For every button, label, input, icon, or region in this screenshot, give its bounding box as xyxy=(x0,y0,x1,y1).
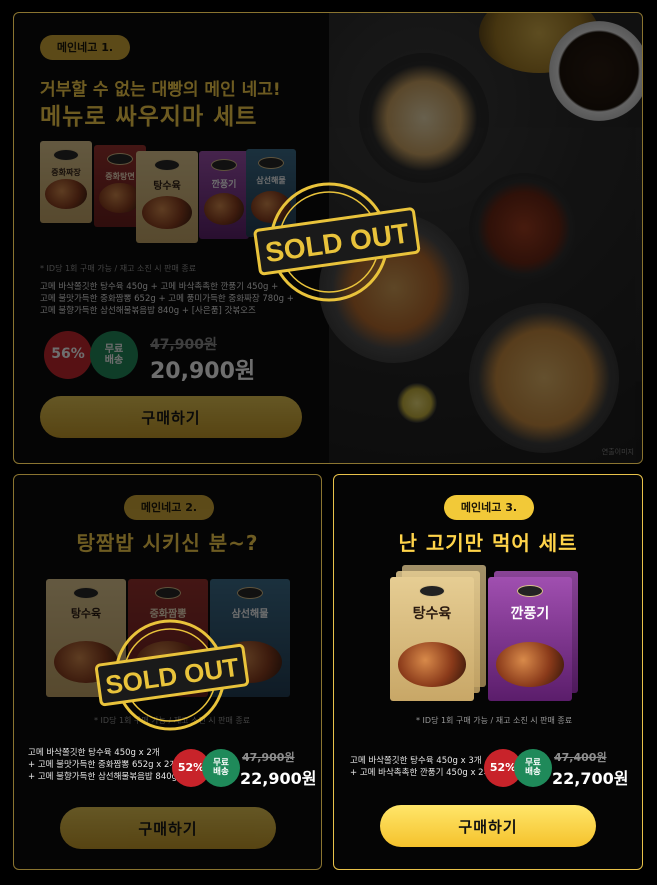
set3-purchase-note: * ID당 1회 구매 가능 / 재고 소진 시 판매 종료 xyxy=(416,716,573,725)
set1-product-kkanpunggi: 깐풍기 xyxy=(199,151,249,239)
brand-logo-icon xyxy=(258,157,284,169)
set1-headline-line2: 메뉴로 싸우지마 세트 xyxy=(40,104,258,130)
set3-headline: 난 고기만 먹어 세트 xyxy=(398,531,578,555)
set3-product-tangsuyuk: 탕수육 xyxy=(390,577,474,701)
set1-discount-badge: 56% xyxy=(44,331,92,379)
set3-description: 고메 바삭쫄깃한 탕수육 450g x 3개 + 고메 바삭촉촉한 깐풍기 45… xyxy=(350,755,491,779)
shipping-text: 무료 배송 xyxy=(213,757,229,777)
plate-pickle xyxy=(397,383,437,423)
product-label: 탕수육 xyxy=(153,181,181,192)
product-label: 깐풍기 xyxy=(510,606,550,622)
set1-card: 메인네고 1. 거부할 수 없는 대빵의 메인 네고! 메뉴로 싸우지마 세트 … xyxy=(13,12,643,464)
set1-product-jjajang: 중화짜장 xyxy=(40,141,92,223)
set3-tag: 메인네고 3. xyxy=(444,495,534,520)
brand-logo-icon xyxy=(517,585,543,597)
set1-free-shipping-badge: 무료 배송 xyxy=(90,331,138,379)
set2-sold-out-stamp: SOLD OUT xyxy=(94,619,250,731)
brand-logo-icon xyxy=(154,159,180,171)
set1-sale-price: 20,900원 xyxy=(150,359,256,384)
desc-line: + 고메 불맛가득한 중화짬뽕 652g x 2개 xyxy=(28,760,178,770)
brand-logo-icon xyxy=(237,587,263,599)
set1-buy-button[interactable]: 구매하기 xyxy=(40,396,302,438)
brand-logo-icon xyxy=(155,587,181,599)
set2-free-shipping-badge: 무료 배송 xyxy=(202,749,240,787)
set3-card: 메인네고 3. 난 고기만 먹어 세트 탕수육 깐풍기 * ID당 1회 구매 … xyxy=(333,474,643,870)
set1-image-caption: 연출이미지 xyxy=(601,448,634,456)
product-label: 탕수육 xyxy=(412,606,452,622)
plate-fried-rice xyxy=(469,303,619,453)
brand-logo-icon xyxy=(53,149,79,161)
plate-jjajang xyxy=(549,21,642,121)
dish-image xyxy=(398,642,466,687)
set2-tag: 메인네고 2. xyxy=(124,495,214,520)
product-label: 중화짜장 xyxy=(51,168,81,177)
set1-purchase-note: * ID당 1회 구매 가능 / 재고 소진 시 판매 종료 xyxy=(40,264,197,273)
set1-tag: 메인네고 1. xyxy=(40,35,130,60)
brand-logo-icon xyxy=(419,585,445,597)
desc-line: + 고메 불향가득한 삼선해물볶음밥 840g xyxy=(28,772,178,782)
set2-headline: 탕짬밥 시키신 분~? xyxy=(76,531,259,555)
set1-original-price: 47,900원 xyxy=(150,337,217,353)
set2-description: 고메 바삭쫄깃한 탕수육 450g x 2개 + 고메 불맛가득한 중화짬뽕 6… xyxy=(28,747,177,783)
dish-image xyxy=(99,183,141,213)
dish-image xyxy=(204,193,244,225)
set1-product-tangsuyuk: 탕수육 xyxy=(136,151,198,243)
set2-card: 메인네고 2. 탕짬밥 시키신 분~? 탕수육 중화짬뽕 삼선해물 * ID당 … xyxy=(13,474,322,870)
dish-image xyxy=(142,195,192,229)
shipping-text: 무료 배송 xyxy=(525,757,541,777)
dish-image xyxy=(45,179,87,209)
set2-sale-price: 22,900원 xyxy=(240,769,317,788)
set3-sale-price: 22,700원 xyxy=(552,769,629,788)
set2-original-price: 47,900원 xyxy=(242,751,295,764)
shipping-text: 무료 배송 xyxy=(104,344,124,366)
brand-logo-icon xyxy=(73,587,99,599)
set2-buy-button[interactable]: 구매하기 xyxy=(60,807,276,849)
product-label: 깐풍기 xyxy=(211,180,237,190)
desc-line: 고메 바삭쫄깃한 탕수육 450g x 2개 xyxy=(28,748,160,758)
set1-sold-out-stamp: SOLD OUT xyxy=(253,182,421,302)
set3-buy-button[interactable]: 구매하기 xyxy=(380,805,596,847)
brand-logo-icon xyxy=(107,153,133,165)
plate-kkanpunggi xyxy=(469,173,579,283)
set3-product-kkanpunggi: 깐풍기 xyxy=(488,577,572,701)
brand-logo-icon xyxy=(211,159,237,171)
plate-tangsuyuk xyxy=(359,53,489,183)
set3-original-price: 47,400원 xyxy=(554,751,607,764)
set3-free-shipping-badge: 무료 배송 xyxy=(514,749,552,787)
desc-line: 고메 바삭쫄깃한 탕수육 450g x 3개 xyxy=(350,756,482,766)
desc-line: + 고메 바삭촉촉한 깐풍기 450g x 2개 xyxy=(350,768,492,778)
dish-image xyxy=(496,642,564,687)
